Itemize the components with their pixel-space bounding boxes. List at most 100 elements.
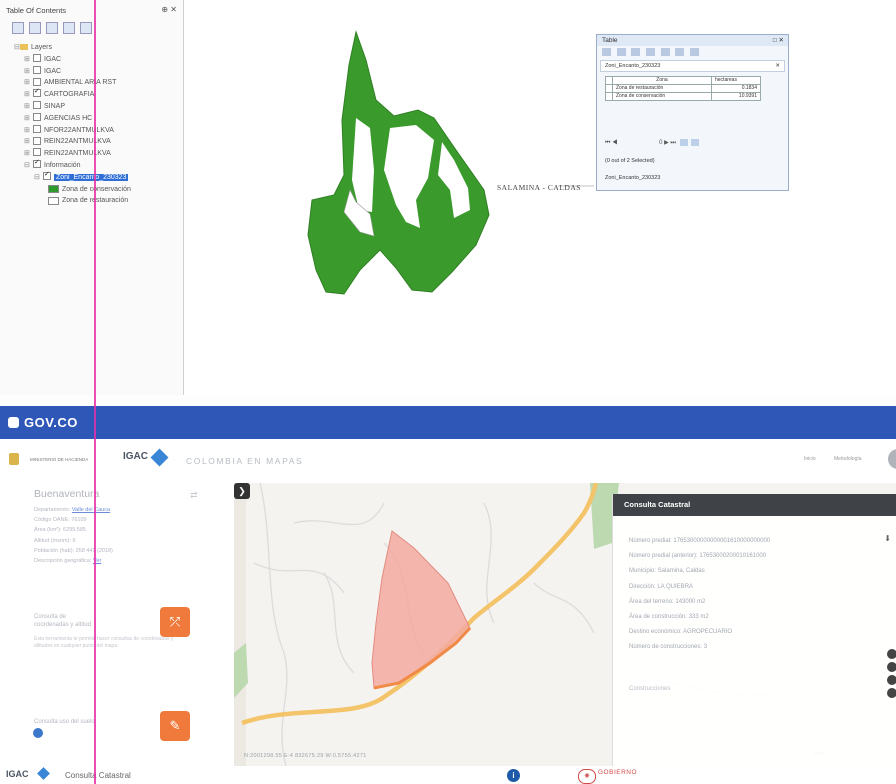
nav-metodologia[interactable]: Metodología — [834, 456, 862, 462]
layer-visibility-checkbox[interactable] — [33, 112, 41, 121]
column-header-zona[interactable]: Zona — [612, 76, 712, 85]
layer-label: REIN22ANTMULKVA — [44, 150, 111, 158]
show-selected-records-icon[interactable] — [691, 139, 700, 146]
table-options-icon[interactable] — [602, 48, 611, 57]
gov-co-bar: GOV.CO — [0, 406, 896, 439]
layer-tree-item[interactable]: ⊟ Layers — [14, 42, 131, 54]
expander-icon[interactable]: ⊞ — [24, 54, 30, 66]
nav-inicio[interactable]: Inicio — [804, 456, 816, 462]
zoom-out-icon[interactable] — [887, 662, 896, 672]
share-icon[interactable]: ⇄ — [190, 490, 198, 501]
user-avatar[interactable] — [888, 449, 896, 469]
options-icon[interactable] — [79, 22, 92, 34]
expander-icon[interactable]: ⊟ — [24, 160, 30, 172]
toc-title: Table Of Contents — [6, 6, 67, 15]
parcel-attribute-row: Área de construcción: 333 m2 — [629, 614, 709, 621]
expander-icon[interactable]: ⊞ — [24, 89, 30, 101]
ministry-label: MINISTERIO DE HACIENDA — [30, 457, 89, 462]
show-all-records-icon[interactable] — [680, 139, 689, 146]
delete-selected-icon[interactable] — [690, 48, 700, 57]
layer-tree-item[interactable]: ⊞ AMBIENTAL ARIA RST — [14, 77, 131, 89]
land-use-tool-button[interactable]: ✎ — [160, 711, 190, 741]
parcel-attributes: Número predial: 176530000000000016100000… — [629, 534, 770, 656]
layer-tree-item[interactable]: ⊟ Información — [14, 157, 131, 172]
row-selector[interactable] — [605, 92, 613, 101]
nav-first-prev[interactable]: ⏮ ◀ — [605, 140, 617, 146]
igac-logo[interactable]: IGAC — [123, 451, 148, 462]
zoom-to-selected-icon[interactable] — [675, 48, 685, 57]
column-header-hectareas[interactable]: hectareas — [711, 76, 761, 85]
layer-label: IGAC — [44, 55, 62, 63]
list-by-visibility-icon[interactable] — [45, 22, 58, 34]
layer-tree-item[interactable]: ⊞ SINAP — [14, 101, 131, 113]
expander-icon[interactable]: ⊟ — [34, 172, 40, 184]
layer-visibility-checkbox[interactable] — [33, 101, 41, 110]
nav-next-last[interactable]: 0 ▶ ⏭ — [659, 140, 676, 146]
related-tables-icon[interactable] — [616, 48, 626, 57]
layer-visibility-checkbox[interactable] — [33, 157, 41, 169]
expander-icon[interactable]: ⊞ — [24, 148, 30, 160]
expander-icon[interactable]: ⊞ — [24, 101, 30, 113]
layer-tree-item[interactable]: ⊞ AGENCIAS HC — [14, 112, 131, 125]
select-by-attributes-icon[interactable] — [631, 48, 641, 57]
layer-tree-item[interactable]: ⊞ CARTOGRAFIA — [14, 86, 131, 101]
layer-tree-item[interactable]: ⊟ Zoni_Encanto_230323 — [14, 169, 131, 184]
layer-visibility-checkbox[interactable] — [33, 86, 41, 98]
expander-icon[interactable]: ⊞ — [24, 77, 30, 89]
table-title: Table — [602, 37, 618, 44]
attribute-table-window[interactable]: Table □ ✕ Zoni_Encanto_230323 ✕ Zona hec… — [596, 34, 789, 191]
layer-visibility-checkbox[interactable] — [33, 148, 41, 157]
arcmap-data-view[interactable]: SALAMINA - CALDAS — [184, 0, 896, 395]
layer-tree-item[interactable]: ⊞ IGAC — [14, 53, 131, 66]
layer-tree-item[interactable]: Zona de restauración — [14, 195, 131, 207]
layer-tree-item[interactable]: ⊞ REIN22ANTMULKVA — [14, 148, 131, 160]
list-by-drawing-order-icon[interactable] — [12, 22, 24, 34]
gobierno-logo-icon: ◉ — [578, 769, 596, 784]
locate-icon[interactable] — [887, 675, 896, 685]
tab-close-icon[interactable]: ✕ — [775, 61, 780, 71]
layer-visibility-checkbox[interactable] — [33, 53, 41, 62]
gov-co-logo[interactable]: GOV.CO — [8, 415, 78, 430]
clear-selection-icon[interactable] — [660, 48, 670, 57]
toc-window-controls[interactable]: ⊕ ✕ — [161, 5, 177, 14]
zoom-in-icon[interactable] — [887, 649, 896, 659]
switch-selection-icon[interactable] — [646, 48, 656, 57]
basemap-icon[interactable] — [887, 688, 896, 698]
info-link[interactable]: Valle del Cauca — [72, 507, 110, 513]
layer-tree-item[interactable]: ⊞ IGAC — [14, 65, 131, 78]
layer-visibility-checkbox[interactable] — [33, 124, 41, 133]
row-selector[interactable] — [605, 84, 613, 93]
layer-visibility-checkbox[interactable] — [33, 77, 41, 86]
table-row[interactable]: Zona de restauración 0.1834 — [605, 84, 761, 93]
download-icon[interactable]: ⬇ — [884, 534, 891, 543]
constructions-link[interactable]: Construcciones — [629, 686, 670, 692]
parcel-attribute-row: Dirección: LA QUIEBRA — [629, 583, 694, 590]
table-row[interactable]: Zona de conservación 10.9391 — [605, 92, 761, 101]
list-by-selection-icon[interactable] — [62, 22, 75, 34]
footer-igac-icon — [37, 767, 50, 780]
layer-tree-item[interactable]: Zona de conservación — [14, 184, 131, 196]
table-of-contents-panel: Table Of Contents ⊕ ✕ ⊟ Layers ⊞ IGAC ⊞ IGAC ⊞… — [0, 0, 184, 395]
table-window-controls[interactable]: □ ✕ — [773, 35, 784, 46]
layer-visibility-checkbox[interactable] — [43, 169, 51, 181]
table-footer-tab[interactable]: Zoni_Encanto_230323 — [605, 175, 660, 181]
layer-visibility-checkbox[interactable] — [33, 136, 41, 145]
gobierno-label: GOBIERNO — [598, 769, 638, 776]
info-icon[interactable]: i — [507, 769, 520, 782]
cadastral-parcel[interactable] — [371, 530, 471, 689]
layers-toggle-button[interactable]: ❯ — [234, 483, 250, 499]
expander-icon[interactable]: ⊞ — [24, 136, 30, 148]
list-by-source-icon[interactable] — [28, 22, 41, 34]
footer-igac-logo[interactable]: IGAC — [6, 769, 29, 779]
expander-icon[interactable]: ⊞ — [24, 66, 30, 78]
expander-icon[interactable]: ⊞ — [24, 113, 30, 125]
expander-icon[interactable]: ⊞ — [24, 125, 30, 137]
info-row: Descripción geográfica: Ver — [34, 558, 102, 565]
legend-swatch — [48, 196, 59, 205]
coordinate-tool-button[interactable]: ⤱ — [160, 607, 190, 637]
layer-tree-item[interactable]: ⊞ NFOR22ANTMULKVA — [14, 124, 131, 137]
layer-tree-item[interactable]: ⊞ REIN22ANTMULKVA — [14, 136, 131, 148]
cell-hectareas: 0.1834 — [711, 84, 761, 93]
layer-visibility-checkbox[interactable] — [33, 65, 41, 74]
table-tab[interactable]: Zoni_Encanto_230323 ✕ — [600, 60, 785, 72]
